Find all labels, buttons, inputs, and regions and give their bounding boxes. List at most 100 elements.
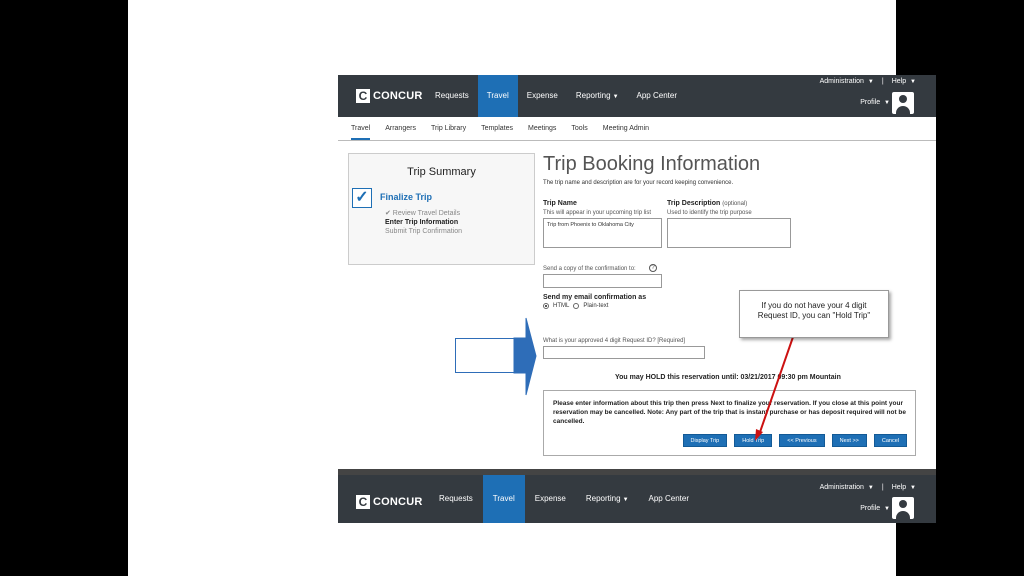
help-menu[interactable]: Help ▼	[892, 484, 916, 491]
avatar-body-icon	[896, 106, 910, 114]
administration-label: Administration	[819, 484, 864, 491]
hold-until-text: You may HOLD this reservation until: 03/…	[615, 374, 841, 381]
nav-reporting[interactable]: Reporting ▼	[576, 475, 639, 523]
trip-summary-title: Trip Summary	[407, 166, 476, 178]
help-label: Help	[891, 78, 907, 85]
nav-expense[interactable]: Expense	[525, 475, 576, 523]
trip-description-label: Trip Description (optional)	[667, 200, 747, 207]
email-format-options: HTML Plain-text	[543, 303, 608, 309]
radio-plain-text[interactable]	[573, 303, 580, 309]
radio-html-label: HTML	[553, 303, 570, 309]
chevron-down-icon: ▼	[884, 506, 890, 512]
page-title: Trip Booking Information	[543, 153, 761, 175]
separator: |	[881, 484, 884, 491]
optional-tag: (optional)	[722, 201, 748, 207]
profile-menu-bottom[interactable]: Profile ▼	[860, 505, 890, 512]
next-button[interactable]: Next >>	[831, 434, 867, 447]
chevron-down-icon: ▼	[910, 79, 916, 85]
trip-name-label: Trip Name	[543, 200, 577, 207]
avatar-bottom[interactable]	[892, 497, 914, 519]
trip-summary-panel: Trip Summary ✓ Finalize Trip ✔ Review Tr…	[348, 153, 535, 265]
blue-arrow-icon	[513, 317, 537, 396]
chevron-down-icon: ▼	[622, 497, 629, 503]
utility-links: Administration ▼ | Help ▼	[820, 78, 916, 85]
finalize-trip-heading: Finalize Trip	[380, 192, 433, 202]
copy-confirmation-input[interactable]	[543, 274, 662, 288]
display-trip-button[interactable]: Display Trip	[682, 434, 728, 447]
nav-travel[interactable]: Travel	[477, 75, 518, 117]
radio-html[interactable]	[543, 303, 549, 309]
nav-travel[interactable]: Travel	[482, 475, 525, 523]
trip-description-hint: Used to identify the trip purpose	[667, 210, 752, 216]
nav-requests[interactable]: Requests	[426, 75, 478, 117]
subnav-tools[interactable]: Tools	[571, 117, 587, 140]
hold-trip-button[interactable]: Hold Trip	[734, 434, 773, 447]
administration-label: Administration	[819, 78, 864, 85]
top-nav-bar: C CONCUR Requests Travel Expense Reporti…	[338, 75, 936, 117]
help-menu[interactable]: Help ▼	[892, 78, 916, 85]
subnav-meeting-admin[interactable]: Meeting Admin	[603, 117, 649, 140]
step-enter-info: Enter Trip Information	[385, 219, 459, 226]
step-review: ✔ Review Travel Details	[385, 210, 461, 217]
chevron-down-icon: ▼	[867, 485, 874, 491]
logo-mark: C	[356, 495, 370, 509]
concur-logo[interactable]: C CONCUR	[356, 88, 422, 104]
chevron-down-icon: ▼	[867, 79, 874, 85]
avatar-head-icon	[899, 95, 907, 103]
subnav-templates[interactable]: Templates	[481, 117, 513, 140]
logo-mark: C	[356, 89, 370, 103]
trip-name-hint: This will appear in your upcoming trip l…	[543, 210, 652, 216]
trip-description-input[interactable]	[667, 218, 791, 248]
nav-reporting-label: Reporting	[585, 494, 621, 503]
subnav-trip-library[interactable]: Trip Library	[431, 117, 466, 140]
administration-menu[interactable]: Administration ▼	[820, 484, 874, 491]
action-buttons: Display Trip Hold Trip << Previous Next …	[682, 434, 907, 447]
nav-expense[interactable]: Expense	[518, 75, 567, 117]
annotation-box	[455, 338, 515, 373]
help-icon[interactable]: ?	[649, 264, 657, 272]
intro-text: The trip name and description are for yo…	[543, 180, 734, 186]
avatar-body-icon	[896, 511, 910, 519]
request-id-input[interactable]	[543, 346, 705, 359]
request-id-label: What is your approved 4 digit Request ID…	[543, 338, 686, 344]
concur-logo-bottom[interactable]: C CONCUR	[356, 494, 422, 510]
main-nav-bottom: Requests Travel Expense Reporting ▼ App C…	[429, 475, 699, 523]
utility-links-bottom: Administration ▼ | Help ▼	[820, 484, 916, 491]
finalize-message: Please enter information about this trip…	[553, 400, 906, 425]
logo-text: CONCUR	[373, 90, 423, 102]
copy-confirmation-label: Send a copy of the confirmation to:	[543, 266, 636, 272]
main-nav: Requests Travel Expense Reporting ▼ App C…	[426, 75, 686, 117]
nav-app-center[interactable]: App Center	[639, 475, 699, 523]
sub-nav: Travel Arrangers Trip Library Templates …	[338, 117, 936, 141]
trip-booking-form: Trip Booking Information The trip name a…	[543, 153, 923, 456]
slide: C CONCUR Requests Travel Expense Reporti…	[128, 0, 936, 576]
chevron-down-icon: ▼	[910, 485, 916, 491]
nav-requests[interactable]: Requests	[429, 475, 483, 523]
chevron-down-icon: ▼	[884, 100, 890, 106]
nav-reporting[interactable]: Reporting ▼	[567, 75, 628, 117]
checkmark-icon: ✓	[352, 188, 372, 208]
trip-description-label-text: Trip Description	[667, 200, 721, 207]
trip-name-input[interactable]: Trip from Phoenix to Oklahoma City	[543, 218, 662, 248]
logo-text: CONCUR	[373, 496, 423, 508]
subnav-meetings[interactable]: Meetings	[528, 117, 556, 140]
separator: |	[881, 78, 884, 85]
bottom-nav-bar: C CONCUR Requests Travel Expense Reporti…	[338, 475, 936, 523]
administration-menu[interactable]: Administration ▼	[820, 78, 874, 85]
avatar[interactable]	[892, 92, 914, 114]
presentation-stage: C CONCUR Requests Travel Expense Reporti…	[0, 0, 1024, 576]
help-label: Help	[891, 484, 907, 491]
profile-menu[interactable]: Profile ▼	[860, 99, 890, 106]
cancel-button[interactable]: Cancel	[873, 434, 907, 447]
email-format-label: Send my email confirmation as	[543, 294, 647, 301]
nav-reporting-label: Reporting	[575, 91, 611, 100]
subnav-arrangers[interactable]: Arrangers	[385, 117, 416, 140]
previous-button[interactable]: << Previous	[779, 434, 825, 447]
profile-label: Profile	[860, 505, 881, 512]
hold-trip-callout: If you do not have your 4 digit Request …	[739, 290, 889, 338]
radio-plain-label: Plain-text	[583, 303, 609, 309]
subnav-travel[interactable]: Travel	[351, 117, 371, 140]
nav-app-center[interactable]: App Center	[628, 75, 686, 117]
finalize-message-box: Please enter information about this trip…	[543, 390, 916, 456]
step-submit: Submit Trip Confirmation	[385, 228, 463, 235]
